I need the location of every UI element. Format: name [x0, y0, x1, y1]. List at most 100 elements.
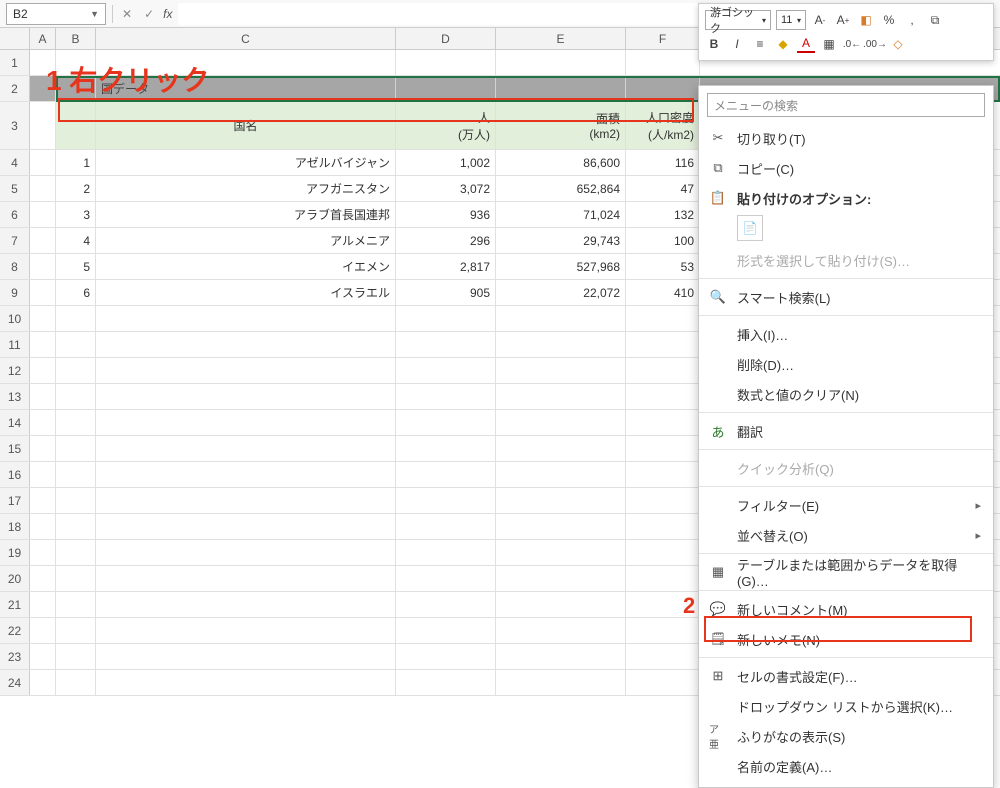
cell[interactable]: [30, 410, 56, 435]
row-header[interactable]: 24: [0, 670, 30, 695]
cell[interactable]: [56, 644, 96, 669]
cell-area[interactable]: 22,072: [496, 280, 626, 305]
cell[interactable]: [626, 50, 700, 75]
row-header[interactable]: 15: [0, 436, 30, 461]
cell[interactable]: [626, 592, 700, 617]
comma-icon[interactable]: ,: [903, 11, 921, 29]
row-header[interactable]: 5: [0, 176, 30, 201]
select-all-corner[interactable]: [0, 28, 30, 49]
cell[interactable]: [96, 306, 396, 331]
cell[interactable]: [56, 462, 96, 487]
cell[interactable]: [396, 514, 496, 539]
cell[interactable]: [96, 384, 396, 409]
cell[interactable]: [96, 592, 396, 617]
cell-country[interactable]: アゼルバイジャン: [96, 150, 396, 175]
cell-pop[interactable]: 2,817: [396, 254, 496, 279]
cell[interactable]: [626, 618, 700, 643]
menu-get-data[interactable]: ▦ テーブルまたは範囲からデータを取得(G)…: [699, 557, 993, 587]
cell[interactable]: [496, 358, 626, 383]
row-header[interactable]: 14: [0, 410, 30, 435]
cell[interactable]: [626, 410, 700, 435]
col-header-A[interactable]: A: [30, 28, 56, 49]
cell-pop[interactable]: 3,072: [396, 176, 496, 201]
cell[interactable]: [626, 566, 700, 591]
paste-icon[interactable]: 📄: [737, 215, 763, 241]
cell[interactable]: [626, 306, 700, 331]
cell[interactable]: [496, 566, 626, 591]
cell[interactable]: [96, 566, 396, 591]
cell-density[interactable]: 47: [626, 176, 700, 201]
cell[interactable]: [96, 514, 396, 539]
cell[interactable]: [396, 436, 496, 461]
menu-smart-lookup[interactable]: 🔍 スマート検索(L): [699, 282, 993, 312]
cell[interactable]: [496, 488, 626, 513]
cell[interactable]: [626, 76, 700, 101]
cell[interactable]: [56, 76, 96, 101]
cell-index[interactable]: 4: [56, 228, 96, 253]
header-area[interactable]: 面積 (km2): [496, 102, 626, 149]
row-header[interactable]: 22: [0, 618, 30, 643]
cell-pop[interactable]: 296: [396, 228, 496, 253]
cell-index[interactable]: 1: [56, 150, 96, 175]
cell[interactable]: [96, 410, 396, 435]
menu-phonetic[interactable]: ア亜 ふりがなの表示(S): [699, 721, 993, 751]
col-header-C[interactable]: C: [96, 28, 396, 49]
cell[interactable]: [496, 618, 626, 643]
cell[interactable]: [30, 332, 56, 357]
cell[interactable]: [396, 540, 496, 565]
cell[interactable]: [56, 436, 96, 461]
cell[interactable]: [56, 358, 96, 383]
cell[interactable]: [396, 358, 496, 383]
cell[interactable]: [626, 384, 700, 409]
cell[interactable]: [96, 618, 396, 643]
cell[interactable]: [30, 150, 56, 175]
cell[interactable]: [56, 670, 96, 695]
cell[interactable]: [96, 358, 396, 383]
cell[interactable]: [396, 462, 496, 487]
cell[interactable]: [626, 332, 700, 357]
cell[interactable]: [496, 306, 626, 331]
cell-country[interactable]: アルメニア: [96, 228, 396, 253]
name-box[interactable]: B2 ▼: [6, 3, 106, 25]
cell[interactable]: [396, 50, 496, 75]
cell[interactable]: [30, 488, 56, 513]
menu-clear[interactable]: 数式と値のクリア(N): [699, 379, 993, 409]
fill-color-icon[interactable]: ◆: [774, 35, 792, 53]
cell[interactable]: [396, 592, 496, 617]
cell[interactable]: [30, 228, 56, 253]
increase-font-icon[interactable]: A+: [834, 11, 852, 29]
row-header[interactable]: 17: [0, 488, 30, 513]
cell-index[interactable]: 2: [56, 176, 96, 201]
cell[interactable]: [56, 332, 96, 357]
merge-icon[interactable]: ⧉: [926, 11, 944, 29]
font-selector[interactable]: 游ゴシック▾: [705, 10, 771, 30]
cell[interactable]: [496, 462, 626, 487]
cell[interactable]: [396, 76, 496, 101]
cell-density[interactable]: 116: [626, 150, 700, 175]
cell[interactable]: [30, 670, 56, 695]
cell-pop[interactable]: 1,002: [396, 150, 496, 175]
cell[interactable]: [496, 644, 626, 669]
cell[interactable]: [96, 462, 396, 487]
cell[interactable]: [96, 644, 396, 669]
cell[interactable]: [30, 358, 56, 383]
cell[interactable]: [396, 566, 496, 591]
cell[interactable]: [396, 488, 496, 513]
cell[interactable]: [30, 306, 56, 331]
cell[interactable]: [626, 644, 700, 669]
cell[interactable]: [396, 618, 496, 643]
cell[interactable]: [496, 332, 626, 357]
cell-density[interactable]: 410: [626, 280, 700, 305]
cell[interactable]: [396, 306, 496, 331]
cell[interactable]: [56, 50, 96, 75]
cell[interactable]: [56, 514, 96, 539]
row-header[interactable]: 13: [0, 384, 30, 409]
row-header[interactable]: 6: [0, 202, 30, 227]
row-header[interactable]: 11: [0, 332, 30, 357]
cell[interactable]: [56, 306, 96, 331]
cell[interactable]: [626, 488, 700, 513]
row-header[interactable]: 8: [0, 254, 30, 279]
cell-area[interactable]: 86,600: [496, 150, 626, 175]
cell-density[interactable]: 132: [626, 202, 700, 227]
cell[interactable]: [96, 332, 396, 357]
